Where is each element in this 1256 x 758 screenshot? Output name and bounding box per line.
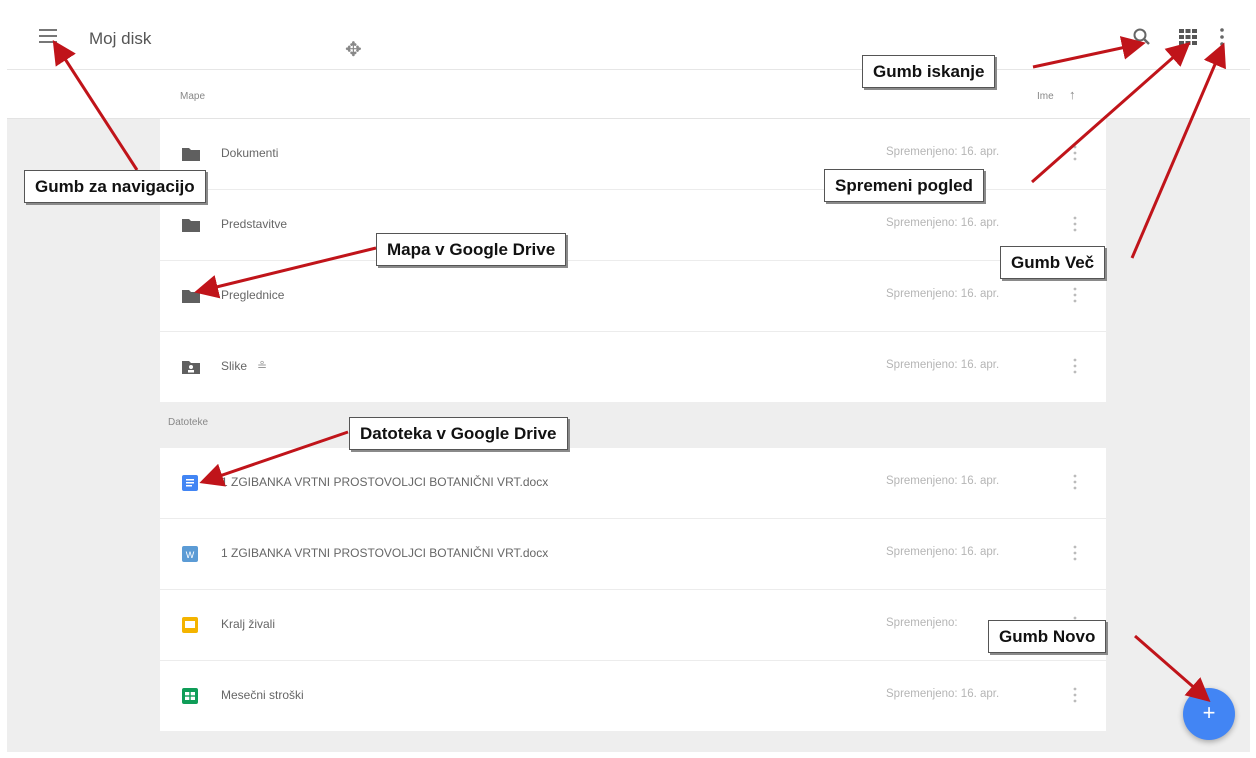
files-section-label: Datoteke — [168, 417, 209, 428]
google-sheets-icon — [182, 688, 198, 704]
item-more-icon[interactable] — [1072, 215, 1078, 233]
google-slides-icon — [182, 617, 198, 633]
folder-row[interactable]: Preglednice Spremenjeno: 16. apr. — [160, 261, 1106, 332]
new-button[interactable]: + — [1183, 688, 1235, 740]
folder-name: Slike — [221, 359, 248, 373]
folders-header: Mape Ime ↑ — [7, 70, 1250, 119]
file-name: Mesečni stroški — [221, 688, 304, 702]
shared-icon: ≗ — [257, 359, 268, 373]
folder-name: Dokumenti — [221, 146, 279, 160]
modified-date: Spremenjeno: — [886, 617, 958, 629]
folder-icon — [182, 219, 200, 232]
sort-by-name[interactable]: Ime — [1037, 91, 1054, 102]
modified-date: Spremenjeno: 16. apr. — [886, 688, 1000, 700]
folders-section-label: Mape — [180, 91, 206, 102]
folder-icon — [182, 290, 200, 303]
top-bar: Moj disk ✥ — [7, 7, 1250, 70]
svg-text:W: W — [186, 550, 195, 560]
file-row[interactable]: Mesečni stroški Spremenjeno: 16. apr. — [160, 661, 1106, 731]
grid-view-icon[interactable] — [1179, 29, 1197, 45]
modified-date: Spremenjeno: 16. apr. — [886, 146, 1000, 158]
file-row[interactable]: 1 ZGIBANKA VRTNI PROSTOVOLJCI BOTANIČNI … — [160, 448, 1106, 519]
shared-folder-icon — [182, 361, 200, 374]
callout-navigation: Gumb za navigacijo — [24, 170, 206, 203]
folder-icon — [182, 148, 200, 161]
file-list: 1 ZGIBANKA VRTNI PROSTOVOLJCI BOTANIČNI … — [160, 448, 1106, 731]
more-vert-icon[interactable] — [1218, 27, 1226, 47]
page-title: Moj disk — [89, 29, 152, 48]
word-icon: W — [182, 546, 198, 562]
google-doc-icon — [182, 475, 198, 491]
modified-date: Spremenjeno: 16. apr. — [886, 475, 1000, 487]
item-more-icon[interactable] — [1072, 286, 1078, 304]
search-icon[interactable] — [1132, 27, 1152, 47]
modified-date: Spremenjeno: 16. apr. — [886, 359, 1000, 371]
sort-arrow-icon[interactable]: ↑ — [1069, 87, 1076, 102]
callout-view: Spremeni pogled — [824, 169, 984, 202]
file-name: Kralj živali — [221, 617, 276, 631]
folder-name: Predstavitve — [221, 217, 288, 231]
callout-folder: Mapa v Google Drive — [376, 233, 567, 266]
file-name: 1 ZGIBANKA VRTNI PROSTOVOLJCI BOTANIČNI … — [221, 475, 549, 489]
callout-more: Gumb Več — [1000, 246, 1106, 279]
item-more-icon[interactable] — [1072, 473, 1078, 491]
modified-date: Spremenjeno: 16. apr. — [886, 288, 1000, 300]
folder-list: Dokumenti Spremenjeno: 16. apr. Predstavit… — [160, 119, 1106, 402]
callout-new: Gumb Novo — [988, 620, 1107, 653]
menu-icon[interactable] — [39, 29, 57, 43]
callout-search: Gumb iskanje — [862, 55, 996, 88]
item-more-icon[interactable] — [1072, 144, 1078, 162]
modified-date: Spremenjeno: 16. apr. — [886, 546, 1000, 558]
move-cursor-icon: ✥ — [345, 39, 362, 61]
folder-row[interactable]: Slike ≗ Spremenjeno: 16. apr. — [160, 332, 1106, 402]
file-name: 1 ZGIBANKA VRTNI PROSTOVOLJCI BOTANIČNI … — [221, 546, 549, 560]
file-row[interactable]: W 1 ZGIBANKA VRTNI PROSTOVOLJCI BOTANIČNI… — [160, 519, 1106, 590]
file-row[interactable]: Kralj živali Spremenjeno: — [160, 590, 1106, 661]
item-more-icon[interactable] — [1072, 686, 1078, 704]
folder-name: Preglednice — [221, 288, 285, 302]
item-more-icon[interactable] — [1072, 544, 1078, 562]
callout-file: Datoteka v Google Drive — [349, 417, 568, 450]
item-more-icon[interactable] — [1072, 357, 1078, 375]
modified-date: Spremenjeno: 16. apr. — [886, 217, 1000, 229]
